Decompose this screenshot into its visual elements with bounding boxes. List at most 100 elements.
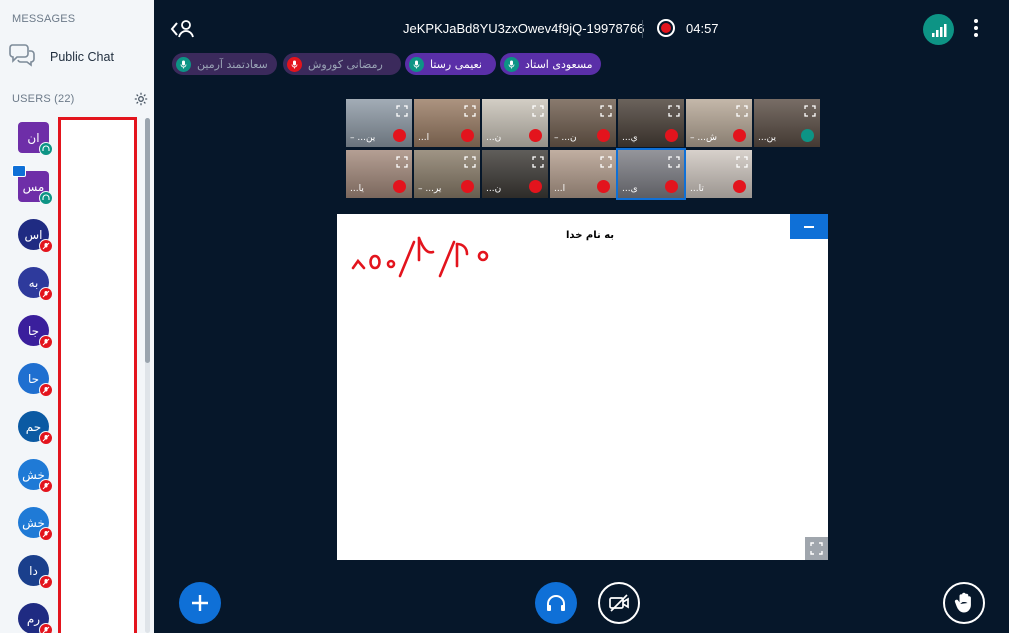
expand-video-icon[interactable] — [600, 153, 612, 172]
user-avatar-initials: ان — [27, 130, 40, 145]
presenter-icon — [12, 165, 26, 177]
headphones-icon — [801, 129, 814, 142]
whiteboard-title: به نام خدا — [566, 230, 615, 241]
public-chat-item[interactable]: Public Chat — [8, 40, 148, 74]
muted-mic-badge-icon — [39, 383, 53, 397]
user-avatar[interactable]: ان — [18, 122, 53, 156]
video-tile[interactable]: ...ا — [414, 99, 480, 147]
muted-mic-icon — [733, 180, 746, 193]
muted-mic-icon — [529, 129, 542, 142]
fullscreen-presentation-icon[interactable] — [805, 537, 828, 560]
talker-name: سعادتمند آرمین — [197, 57, 268, 71]
chat-icon — [8, 42, 36, 72]
talking-indicator[interactable]: نعیمی رستا — [405, 53, 496, 75]
video-tile[interactable]: ...ا — [550, 150, 616, 198]
muted-mic-icon — [733, 129, 746, 142]
user-avatar-initials: رم — [26, 611, 41, 626]
muted-mic-badge-icon — [39, 431, 53, 445]
toggle-user-list-button[interactable] — [170, 18, 196, 44]
video-tile[interactable]: ...تا — [686, 150, 752, 198]
video-tile[interactable]: ...یا — [346, 150, 412, 198]
recording-indicator-icon[interactable] — [657, 19, 675, 37]
expand-video-icon[interactable] — [464, 153, 476, 172]
user-avatar[interactable]: خش — [18, 507, 53, 541]
video-off-button[interactable] — [598, 582, 640, 624]
expand-video-icon[interactable] — [804, 102, 816, 121]
user-avatar[interactable]: حا — [18, 363, 53, 397]
muted-mic-icon — [461, 129, 474, 142]
muted-mic-badge-icon — [39, 479, 53, 493]
expand-video-icon[interactable] — [600, 102, 612, 121]
talking-indicator[interactable]: رمضانی کوروش — [283, 53, 401, 75]
expand-video-icon[interactable] — [668, 153, 680, 172]
video-tile[interactable]: – ...ش — [686, 99, 752, 147]
user-avatar-initials: حم — [25, 419, 42, 434]
muted-mic-icon — [393, 129, 406, 142]
audio-headphones-button[interactable] — [535, 582, 577, 624]
user-avatar[interactable]: مس — [12, 165, 53, 205]
public-chat-label: Public Chat — [50, 50, 114, 64]
users-title: USERS (22) — [12, 93, 75, 105]
user-avatar[interactable]: جا — [18, 315, 53, 349]
options-menu-icon[interactable] — [972, 18, 980, 42]
mic-icon — [176, 56, 191, 72]
video-tile[interactable]: ...ین — [754, 99, 820, 147]
expand-video-icon[interactable] — [396, 153, 408, 172]
muted-mic-icon — [461, 180, 474, 193]
whiteboard[interactable] — [337, 214, 828, 560]
user-avatar[interactable]: به — [18, 267, 53, 301]
talking-indicator[interactable]: سعادتمند آرمین — [172, 53, 277, 75]
video-tile-name: ...ی — [622, 184, 638, 194]
muted-mic-badge-icon — [39, 239, 53, 253]
muted-mic-icon — [287, 56, 302, 72]
video-tile[interactable]: – ...ير — [414, 150, 480, 198]
handwriting-annotation — [351, 236, 489, 278]
mic-icon — [504, 56, 519, 72]
user-list-scrollbar[interactable] — [145, 118, 150, 363]
raise-hand-button[interactable] — [943, 582, 985, 624]
video-tile-name: ...ن — [486, 133, 502, 143]
muted-mic-icon — [393, 180, 406, 193]
video-tile-name: – ...ير — [418, 184, 442, 194]
expand-video-icon[interactable] — [464, 102, 476, 121]
video-tile-name: – ...ش — [690, 133, 717, 143]
video-tile[interactable]: ...ن — [482, 99, 548, 147]
recording-timer: 04:57 — [686, 21, 719, 36]
user-avatar-initials: جا — [27, 323, 40, 338]
video-tile-name: ...ن — [486, 184, 502, 194]
user-avatar[interactable]: دا — [18, 555, 53, 589]
expand-video-icon[interactable] — [736, 153, 748, 172]
video-tile[interactable]: ...ي — [618, 99, 684, 147]
muted-mic-badge-icon — [39, 527, 53, 541]
video-tile-name: – ...ن — [554, 133, 577, 143]
expand-video-icon[interactable] — [396, 102, 408, 121]
video-tile-name: ...ا — [554, 184, 566, 194]
user-avatar[interactable]: حم — [18, 411, 53, 445]
video-tile[interactable]: ...ی — [616, 148, 686, 200]
video-tile[interactable]: ...ن — [482, 150, 548, 198]
expand-video-icon[interactable] — [668, 102, 680, 121]
expand-video-icon[interactable] — [736, 102, 748, 121]
header-divider — [642, 20, 643, 38]
expand-video-icon[interactable] — [532, 102, 544, 121]
meeting-title: JeKPKJaBd8YU3zxOwev4f9jQ-19978766 — [403, 21, 645, 36]
video-tile[interactable]: – ...ین — [346, 99, 412, 147]
user-avatar[interactable]: اس — [18, 219, 53, 253]
video-tile[interactable]: – ...ن — [550, 99, 616, 147]
messages-title: MESSAGES — [12, 13, 76, 25]
user-list-panel: MESSAGES Public Chat USERS (22) ان مس اس به… — [0, 0, 154, 633]
user-settings-gear-icon[interactable] — [134, 91, 148, 110]
expand-video-icon[interactable] — [532, 153, 544, 172]
muted-mic-badge-icon — [39, 575, 53, 589]
video-tile-name: ...ین — [758, 133, 776, 143]
actions-plus-button[interactable] — [179, 582, 221, 624]
user-avatar[interactable]: رم — [18, 603, 53, 633]
muted-mic-icon — [597, 129, 610, 142]
headphones-badge-icon — [39, 142, 53, 156]
talking-indicator[interactable]: مسعودی استاد — [500, 53, 601, 75]
video-tile-name: ...تا — [690, 184, 704, 194]
minimize-presentation-button[interactable] — [790, 214, 828, 239]
connection-status-icon[interactable] — [923, 14, 954, 45]
user-avatar[interactable]: خش — [18, 459, 53, 493]
muted-mic-badge-icon — [39, 335, 53, 349]
